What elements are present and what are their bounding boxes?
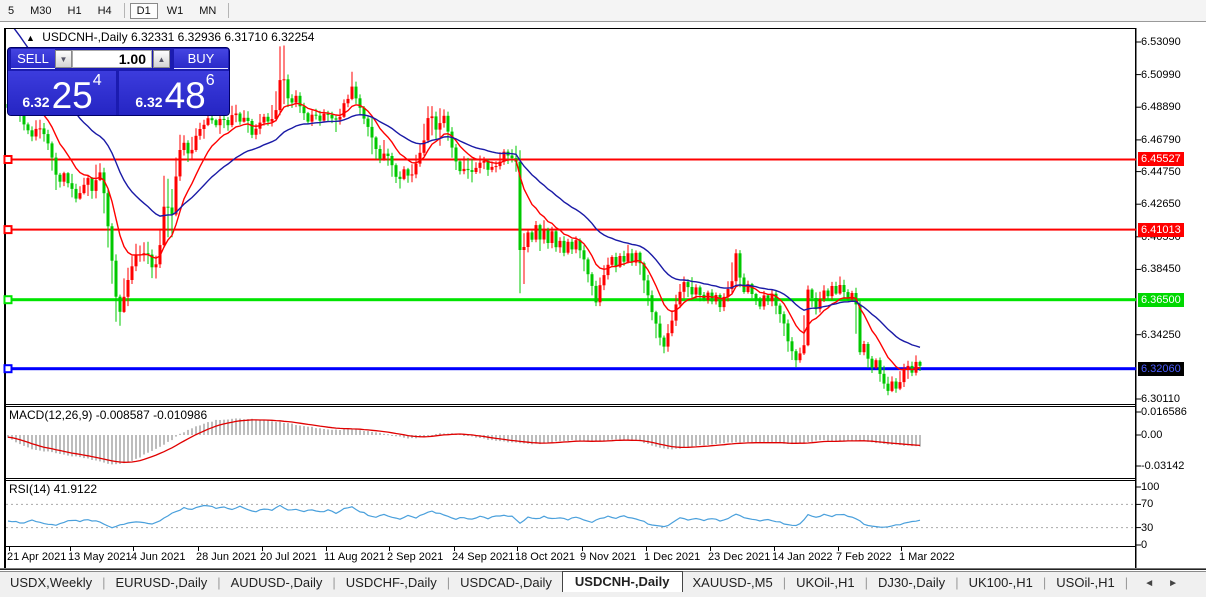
date-axis-label: 24 Sep 2021 [452, 551, 515, 563]
price-axis-tick: 6.42650 [1141, 198, 1181, 210]
buy-price-point: 6 [205, 72, 215, 89]
status-strip [0, 592, 1206, 597]
date-axis-label: 18 Oct 2021 [515, 551, 575, 563]
macd-axis-tick: -0.03142 [1141, 460, 1185, 472]
chart-marker-icon: ▲ [26, 33, 35, 43]
date-axis-label: 14 Jan 2022 [772, 551, 833, 563]
chart-tab-usdcnh-daily[interactable]: USDCNH-,Daily [561, 571, 683, 593]
trade-panel-top-row: SELL ▼ 1.00 ▲ BUY [8, 48, 229, 70]
sell-price-display[interactable]: 6.32 25 4 [8, 71, 116, 116]
date-axis-label: 2 Sep 2021 [387, 551, 444, 563]
chart-title: ▲ USDCNH-,Daily 6.32331 6.32936 6.31710 … [26, 30, 314, 44]
price-axis-tick: 6.38450 [1141, 263, 1181, 275]
date-axis-label: 7 Feb 2022 [836, 551, 892, 563]
buy-button[interactable]: BUY [174, 49, 228, 69]
rsi-axis-tick: 70 [1141, 498, 1154, 510]
chart-symbol-label: USDCNH-,Daily [42, 30, 128, 44]
sell-button[interactable]: SELL [11, 49, 55, 69]
chart-tab-xauusd-m5[interactable]: XAUUSD-,M5 [683, 573, 783, 593]
macd-axis-tick: 0.016586 [1141, 406, 1187, 418]
date-axis-label: 9 Nov 2021 [580, 551, 637, 563]
rsi-indicator-label: RSI(14) 41.9122 [9, 482, 98, 496]
sell-price-prefix: 6.32 [22, 94, 50, 110]
chart-tab-audusd-daily[interactable]: AUDUSD-,Daily [221, 573, 333, 593]
price-line-badge: 6.32060 [1138, 362, 1184, 376]
rsi-axis-tick: 0 [1141, 539, 1148, 551]
sell-price-point: 4 [92, 72, 102, 89]
rsi-axis-tick: 100 [1141, 481, 1160, 493]
chart-tab-usdcad-daily[interactable]: USDCAD-,Daily [450, 573, 562, 593]
date-axis-label: 1 Dec 2021 [644, 551, 701, 563]
date-axis-label: 11 Aug 2021 [324, 551, 385, 563]
price-axis-tick: 6.50990 [1141, 69, 1181, 81]
volume-input[interactable]: 1.00 [72, 50, 152, 68]
date-axis-label: 4 Jun 2021 [131, 551, 186, 563]
chart-tab-usoil-h1[interactable]: USOil-,H1 [1046, 573, 1125, 593]
chart-tab-ukoil-h1[interactable]: UKOil-,H1 [786, 573, 865, 593]
rsi-axis-tick: 30 [1141, 522, 1154, 534]
price-axis-tick: 6.46790 [1141, 134, 1181, 146]
date-axis-label: 23 Dec 2021 [708, 551, 771, 563]
mt4-terminal-window: 5 M30 H1 H4 D1 W1 MN ▲ USDCNH-,Daily 6.32331 6… [0, 0, 1206, 597]
one-click-trade-panel: SELL ▼ 1.00 ▲ BUY 6.32 25 4 6.32 48 6 [7, 47, 230, 116]
sell-price-pips: 25 [51, 75, 93, 116]
chart-tab-usdx-weekly[interactable]: USDX,Weekly [0, 573, 102, 593]
chart-tab-eurusd-daily[interactable]: EURUSD-,Daily [106, 573, 218, 593]
tab-scroll-arrows[interactable]: ◄► [1144, 578, 1192, 593]
macd-indicator-label: MACD(12,26,9) -0.008587 -0.010986 [9, 408, 208, 422]
price-axis-tick: 6.48890 [1141, 101, 1181, 113]
price-axis-tick: 6.34250 [1141, 329, 1181, 341]
date-axis-label: 13 May 2021 [68, 551, 132, 563]
tab-separator: | [1124, 575, 1129, 590]
price-axis-tick: 6.44750 [1141, 166, 1181, 178]
buy-price-pips: 48 [164, 75, 206, 116]
volume-increase-button[interactable]: ▲ [153, 50, 170, 68]
chart-tab-dj30-daily[interactable]: DJ30-,Daily [868, 573, 955, 593]
price-axis-tick: 6.53090 [1141, 36, 1181, 48]
price-line-badge: 6.45527 [1138, 152, 1184, 166]
date-axis-label: 20 Jul 2021 [260, 551, 317, 563]
chart-tab-uk100-h1[interactable]: UK100-,H1 [959, 573, 1043, 593]
date-axis-label: 1 Mar 2022 [899, 551, 955, 563]
chart-tab-usdchf-daily[interactable]: USDCHF-,Daily [336, 573, 447, 593]
date-axis-label: 21 Apr 2021 [7, 551, 67, 563]
chart-ohlc-values: 6.32331 6.32936 6.31710 6.32254 [130, 30, 315, 44]
volume-decrease-button[interactable]: ▼ [55, 50, 72, 68]
price-axis-tick: 6.30110 [1141, 393, 1180, 405]
buy-price-display[interactable]: 6.32 48 6 [119, 71, 229, 116]
price-line-badge: 6.36500 [1138, 293, 1184, 307]
buy-price-prefix: 6.32 [135, 94, 163, 110]
price-line-badge: 6.41013 [1138, 223, 1184, 237]
date-axis-label: 28 Jun 2021 [196, 551, 257, 563]
chart-tab-bar: USDX,Weekly | EURUSD-,Daily | AUDUSD-,Daily |… [0, 571, 1206, 593]
macd-axis-tick: 0.00 [1141, 429, 1163, 441]
